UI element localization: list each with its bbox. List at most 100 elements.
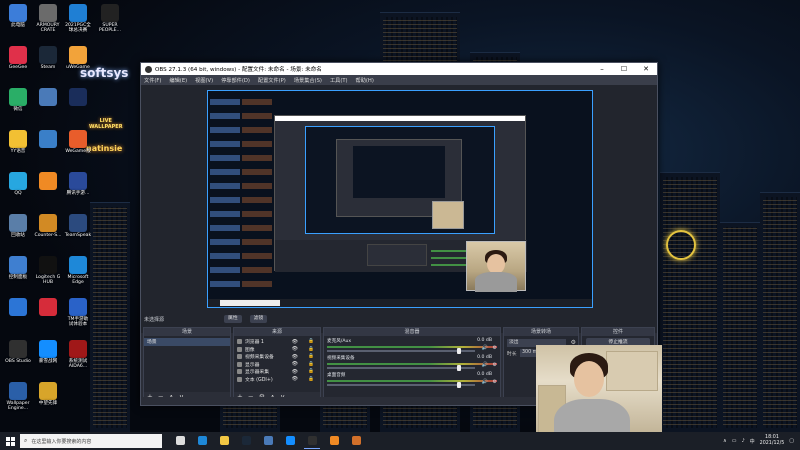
source-item-label: 文本 (GDI+) <box>245 377 273 383</box>
menu-item[interactable]: 视图(V) <box>195 77 213 84</box>
arrow-icon <box>9 298 27 316</box>
system-tray: ∧ ▭ ♪ 中 18:01 2021/12/5 ▢ <box>723 435 800 447</box>
menu-item[interactable]: 工具(T) <box>330 77 348 84</box>
desktop-icon[interactable]: 暴雪战网 <box>32 340 64 364</box>
lock-icon[interactable]: 🔒 <box>308 377 314 382</box>
menu-item[interactable]: 编辑(E) <box>169 77 187 84</box>
ime-icon[interactable]: 中 <box>750 438 755 445</box>
teamspeak-icon <box>69 214 87 232</box>
desktop-icon[interactable]: GeeGee <box>2 46 34 70</box>
maximize-icon[interactable]: ☐ <box>613 65 635 73</box>
desktop-icon[interactable]: WeGame版 <box>62 130 94 154</box>
source-item[interactable]: 显示器 👁 🔒 <box>234 361 320 369</box>
visibility-eye-icon[interactable]: 👁 <box>292 354 298 360</box>
desktop-icon[interactable]: SUPER PEOPLE... <box>94 4 126 34</box>
gear-icon[interactable]: ⚙ <box>493 345 497 351</box>
notification-icon[interactable]: ▢ <box>789 438 794 444</box>
desktop-icon[interactable]: Steam <box>32 46 64 70</box>
speaker-icon[interactable]: 🔊 <box>482 345 488 351</box>
no-source-label: 未选择源 <box>144 316 165 323</box>
desktop-icon[interactable]: Wallpaper Engine... <box>2 382 34 412</box>
desktop-icon[interactable] <box>32 172 64 191</box>
taskbar-app[interactable] <box>282 433 298 449</box>
visibility-eye-icon[interactable]: 👁 <box>292 346 298 352</box>
gear-icon[interactable]: ⚙ <box>493 362 497 368</box>
taskbar-app[interactable] <box>172 433 188 449</box>
source-item[interactable]: 视频采集设备 👁 🔒 <box>234 353 320 361</box>
taskbar-app[interactable] <box>260 433 276 449</box>
taskbar-app[interactable] <box>326 433 342 449</box>
source-item[interactable]: 文本 (GDI+) 👁 🔒 <box>234 376 320 384</box>
desktop-icon[interactable]: TeamSpeak <box>62 214 94 238</box>
desktop-icon[interactable]: 微信 <box>2 88 34 112</box>
desktop-icon[interactable]: 系统测试 AIDA6... <box>62 340 94 370</box>
menu-item[interactable]: 场景集合(S) <box>294 77 322 84</box>
lock-icon[interactable]: 🔒 <box>308 347 314 352</box>
gear-icon[interactable]: ⚙ <box>493 379 497 385</box>
desktop-icon[interactable]: 腾讯手游... <box>62 172 94 196</box>
desktop-icon[interactable]: 此电脑 <box>2 4 34 28</box>
desktop-icon[interactable]: 2021PGC全 球总决赛 <box>62 4 94 34</box>
taskbar-app[interactable] <box>238 433 254 449</box>
source-item[interactable]: 图像 👁 🔒 <box>234 346 320 354</box>
properties-button[interactable]: 属性 <box>224 315 242 323</box>
taskbar-app[interactable] <box>348 433 364 449</box>
desktop-icon[interactable]: Logitech G HUB <box>32 256 64 286</box>
lock-icon[interactable]: 🔒 <box>308 339 314 344</box>
clock[interactable]: 18:01 2021/12/5 <box>760 435 785 447</box>
desktop-icon[interactable]: Counter-S... <box>32 214 64 238</box>
lock-icon[interactable]: 🔒 <box>308 354 314 359</box>
chevron-up-icon[interactable]: ∧ <box>723 438 727 444</box>
slider-handle[interactable] <box>457 382 462 388</box>
app-taskbar-icon <box>263 436 273 445</box>
battlenet-taskbar-icon <box>285 436 295 445</box>
desktop-icon[interactable] <box>32 298 64 317</box>
desktop-icon[interactable]: QQ <box>2 172 34 196</box>
nested-titlebar <box>275 116 525 121</box>
desktop-icon[interactable] <box>2 298 34 317</box>
menu-item[interactable]: 文件(F) <box>144 77 161 84</box>
desktop-icon[interactable]: TM手游助 试体验本 <box>62 298 94 328</box>
volume-slider[interactable] <box>327 365 475 371</box>
visibility-eye-icon[interactable]: 👁 <box>292 361 298 367</box>
lock-icon[interactable]: 🔒 <box>308 369 314 374</box>
speaker-icon[interactable]: 🔊 <box>482 362 488 368</box>
menu-item[interactable]: 配置文件(P) <box>258 77 286 84</box>
visibility-eye-icon[interactable]: 👁 <box>292 369 298 375</box>
start-button[interactable] <box>0 432 20 450</box>
close-icon[interactable]: ✕ <box>635 65 657 73</box>
menu-item[interactable]: 帮助(H) <box>356 77 374 84</box>
preview-canvas[interactable] <box>207 90 593 308</box>
desktop-icon[interactable] <box>32 88 64 107</box>
desktop-icon[interactable]: ARMOURY CRATE <box>32 4 64 34</box>
desktop-icon[interactable]: YY语音 <box>2 130 34 154</box>
desktop-icon[interactable] <box>62 88 94 107</box>
desktop-icon[interactable] <box>32 130 64 149</box>
source-item[interactable]: 浏览器 1 👁 🔒 <box>234 338 320 346</box>
menu-item[interactable]: 停靠部件(D) <box>221 77 250 84</box>
visibility-eye-icon[interactable]: 👁 <box>292 376 298 382</box>
taskbar-app[interactable] <box>304 433 320 449</box>
filters-button[interactable]: 滤镜 <box>249 315 268 323</box>
speaker-icon[interactable]: 🔊 <box>482 379 488 385</box>
desktop-icon[interactable]: 控制面板 <box>2 256 34 280</box>
desktop-icon[interactable]: Microsoft Edge <box>62 256 94 286</box>
lock-icon[interactable]: 🔒 <box>308 362 314 367</box>
scene-item[interactable]: 场景 <box>144 338 230 346</box>
visibility-eye-icon[interactable]: 👁 <box>292 339 298 345</box>
desktop-icon[interactable]: uWeGame <box>62 46 94 70</box>
taskbar-search[interactable]: ⌕ 在这里输入你要搜索的内容 <box>20 434 162 448</box>
volume-slider[interactable] <box>327 382 475 388</box>
volume-icon[interactable]: ♪ <box>741 438 744 444</box>
taskbar-app[interactable] <box>216 433 232 449</box>
desktop-icon[interactable]: OBS Studio <box>2 340 34 364</box>
obs-titlebar[interactable]: OBS 27.1.3 (64 bit, windows) - 配置文件: 未命名… <box>141 63 657 75</box>
taskbar-app[interactable] <box>194 433 210 449</box>
volume-slider[interactable] <box>327 348 475 354</box>
minimize-icon[interactable]: – <box>591 65 613 73</box>
source-item[interactable]: 显示器采集 👁 🔒 <box>234 368 320 376</box>
obs-window-title: OBS 27.1.3 (64 bit, windows) - 配置文件: 未命名… <box>155 67 322 73</box>
desktop-icon[interactable]: 回收站 <box>2 214 34 238</box>
desktop-icon[interactable]: 中望先锋 <box>32 382 64 406</box>
network-icon[interactable]: ▭ <box>732 438 737 444</box>
